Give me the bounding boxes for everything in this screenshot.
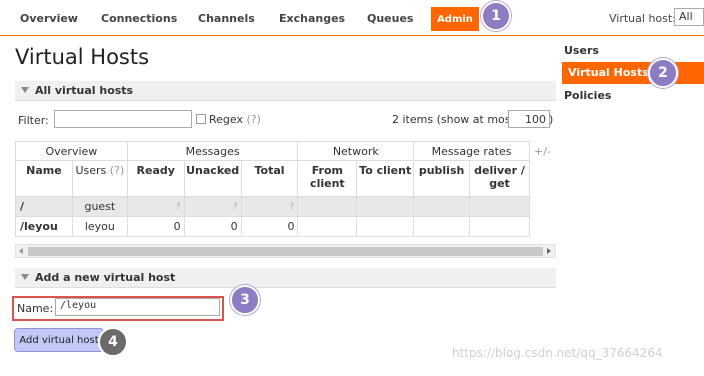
vhost-users-cell: leyou [71, 216, 128, 237]
vhost-users-cell: guest [71, 196, 128, 217]
publish-cell [413, 216, 471, 237]
table-row[interactable]: /leyou leyou 0 0 0 [15, 216, 530, 237]
from-client-cell [297, 196, 358, 217]
regex-checkbox[interactable] [196, 114, 206, 124]
page-title: Virtual Hosts [15, 45, 150, 69]
tab-admin[interactable]: Admin [431, 7, 479, 31]
column-header-deliver-get[interactable]: deliver / get [469, 160, 530, 197]
regex-text: Regex [209, 113, 243, 126]
regex-label: Regex (?) [209, 113, 261, 126]
ready-cell: 0 [126, 216, 185, 237]
sidebar-item-users[interactable]: Users [564, 44, 599, 57]
scroll-right-icon[interactable] [547, 248, 551, 254]
scroll-left-icon[interactable] [19, 248, 23, 254]
section-add-virtual-host[interactable]: Add a new virtual host [15, 268, 556, 288]
callout-badge-1: 1 [481, 1, 511, 31]
tab-exchanges[interactable]: Exchanges [279, 12, 345, 25]
column-header-publish[interactable]: publish [413, 160, 471, 197]
tab-queues[interactable]: Queues [367, 12, 413, 25]
total-cell: ? [240, 196, 299, 217]
group-header-message-rates: Message rates [413, 141, 530, 161]
unacked-cell: 0 [183, 216, 242, 237]
group-header-network: Network [297, 141, 415, 161]
items-count-close: ) [549, 113, 554, 126]
users-help-link[interactable]: (?) [110, 164, 124, 177]
column-header-from-client[interactable]: From client [297, 160, 358, 197]
callout-badge-4: 4 [98, 327, 128, 357]
section-title: Add a new virtual host [35, 271, 176, 284]
deliver-line-1: deliver / [474, 164, 525, 177]
horizontal-scrollbar[interactable] [15, 244, 556, 258]
virtual-host-select[interactable]: All [674, 8, 704, 26]
column-header-ready[interactable]: Ready [126, 160, 185, 197]
sidebar-item-virtual-hosts[interactable]: Virtual Hosts [562, 62, 704, 84]
watermark: https://blog.csdn.net/qq_37664264 [452, 346, 663, 360]
sidebar-item-label: Virtual Hosts [568, 66, 649, 79]
users-header-text: Users [75, 164, 107, 177]
filter-label: Filter: [18, 114, 49, 127]
name-label: Name: [17, 302, 54, 315]
group-header-overview: Overview [15, 141, 128, 161]
page-size-input[interactable]: 100 [508, 110, 550, 128]
table-row[interactable]: / guest ? ? ? [15, 196, 530, 217]
column-header-unacked[interactable]: Unacked [183, 160, 242, 197]
column-header-name[interactable]: Name [15, 160, 73, 197]
tab-connections[interactable]: Connections [101, 12, 177, 25]
from-client-line-1: From [311, 164, 343, 177]
collapse-triangle-icon [21, 87, 29, 93]
column-header-users[interactable]: Users (?) [71, 160, 128, 197]
tab-channels[interactable]: Channels [198, 12, 255, 25]
deliver-line-2: get [489, 177, 510, 190]
to-client-cell [356, 216, 415, 237]
column-header-to-client[interactable]: To client [356, 160, 415, 197]
add-virtual-host-button[interactable]: Add virtual host [14, 328, 104, 352]
collapse-triangle-icon [21, 274, 29, 280]
unacked-cell: ? [183, 196, 242, 217]
column-header-total[interactable]: Total [240, 160, 299, 197]
top-nav: Overview Connections Channels Exchanges … [0, 0, 704, 36]
sidebar-item-policies[interactable]: Policies [564, 89, 611, 102]
from-client-line-2: client [310, 177, 345, 190]
deliver-get-cell [469, 216, 530, 237]
group-header-messages: Messages [126, 141, 299, 161]
tab-overview[interactable]: Overview [20, 12, 78, 25]
columns-toggle-button[interactable]: +/- [534, 145, 551, 158]
vhost-name-link[interactable]: /leyou [15, 216, 73, 237]
vhost-name-link[interactable]: / [15, 196, 73, 217]
regex-help-link[interactable]: (?) [246, 113, 260, 126]
to-client-cell [356, 196, 415, 217]
items-count-text: 2 items (show at most [392, 113, 515, 126]
section-title: All virtual hosts [35, 84, 134, 97]
from-client-cell [297, 216, 358, 237]
section-all-virtual-hosts[interactable]: All virtual hosts [15, 81, 556, 101]
callout-badge-3: 3 [230, 285, 260, 315]
virtual-hosts-table: Overview Messages Network Message rates … [15, 141, 530, 237]
virtual-host-label: Virtual host: [609, 12, 676, 25]
deliver-get-cell [469, 196, 530, 217]
total-cell: 0 [240, 216, 299, 237]
callout-badge-2: 2 [648, 58, 678, 88]
vhost-name-input[interactable]: /leyou [55, 298, 220, 316]
ready-cell: ? [126, 196, 185, 217]
publish-cell [413, 196, 471, 217]
scrollbar-thumb[interactable] [28, 247, 543, 256]
filter-input[interactable] [54, 110, 192, 128]
